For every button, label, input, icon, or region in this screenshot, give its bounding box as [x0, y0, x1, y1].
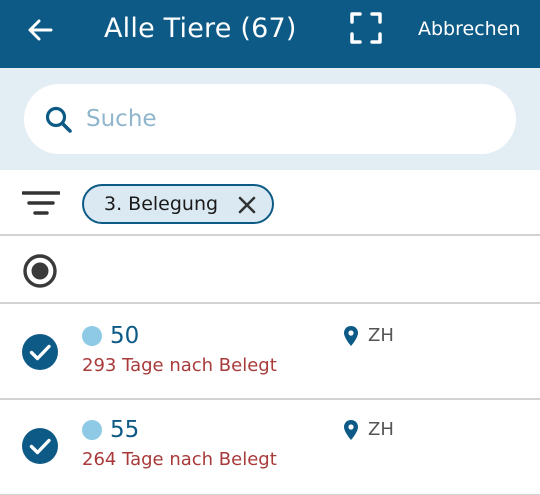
scan-button[interactable] — [346, 8, 386, 48]
search-box[interactable] — [24, 84, 516, 154]
check-circle-icon[interactable] — [22, 428, 58, 464]
filter-chip[interactable]: 3. Belegung — [82, 184, 274, 224]
page-title: Alle Tiere (67) — [104, 13, 297, 44]
filter-chip-label: 3. Belegung — [104, 193, 219, 215]
back-button[interactable] — [20, 10, 60, 50]
animal-status-text: 264 Tage nach Belegt — [82, 449, 277, 470]
animal-number: 50 — [110, 323, 140, 349]
check-circle-icon[interactable] — [22, 334, 58, 370]
filter-icon[interactable] — [22, 190, 60, 216]
animal-location: ZH — [368, 325, 394, 346]
arrow-left-icon — [28, 19, 53, 41]
animal-list-item[interactable]: 50 293 Tage nach Belegt ZH — [0, 306, 540, 400]
cancel-button[interactable]: Abbrechen — [418, 16, 520, 42]
status-dot — [82, 420, 102, 440]
app-header: Alle Tiere (67) Abbrechen — [0, 0, 540, 68]
filter-row: 3. Belegung — [0, 170, 540, 236]
search-icon — [45, 106, 72, 133]
radio-selected-icon[interactable] — [22, 253, 58, 289]
animal-location: ZH — [368, 419, 394, 440]
close-icon[interactable] — [236, 194, 258, 216]
location-pin-icon — [344, 326, 358, 346]
search-area — [0, 68, 540, 170]
animal-number: 55 — [110, 417, 140, 443]
status-dot — [82, 326, 102, 346]
select-all-row[interactable] — [0, 238, 540, 304]
location-pin-icon — [344, 420, 358, 440]
animal-status-text: 293 Tage nach Belegt — [82, 355, 277, 376]
scan-frame-icon — [350, 12, 382, 44]
animal-list-item[interactable]: 55 264 Tage nach Belegt ZH — [0, 402, 540, 495]
search-input[interactable] — [86, 102, 486, 136]
